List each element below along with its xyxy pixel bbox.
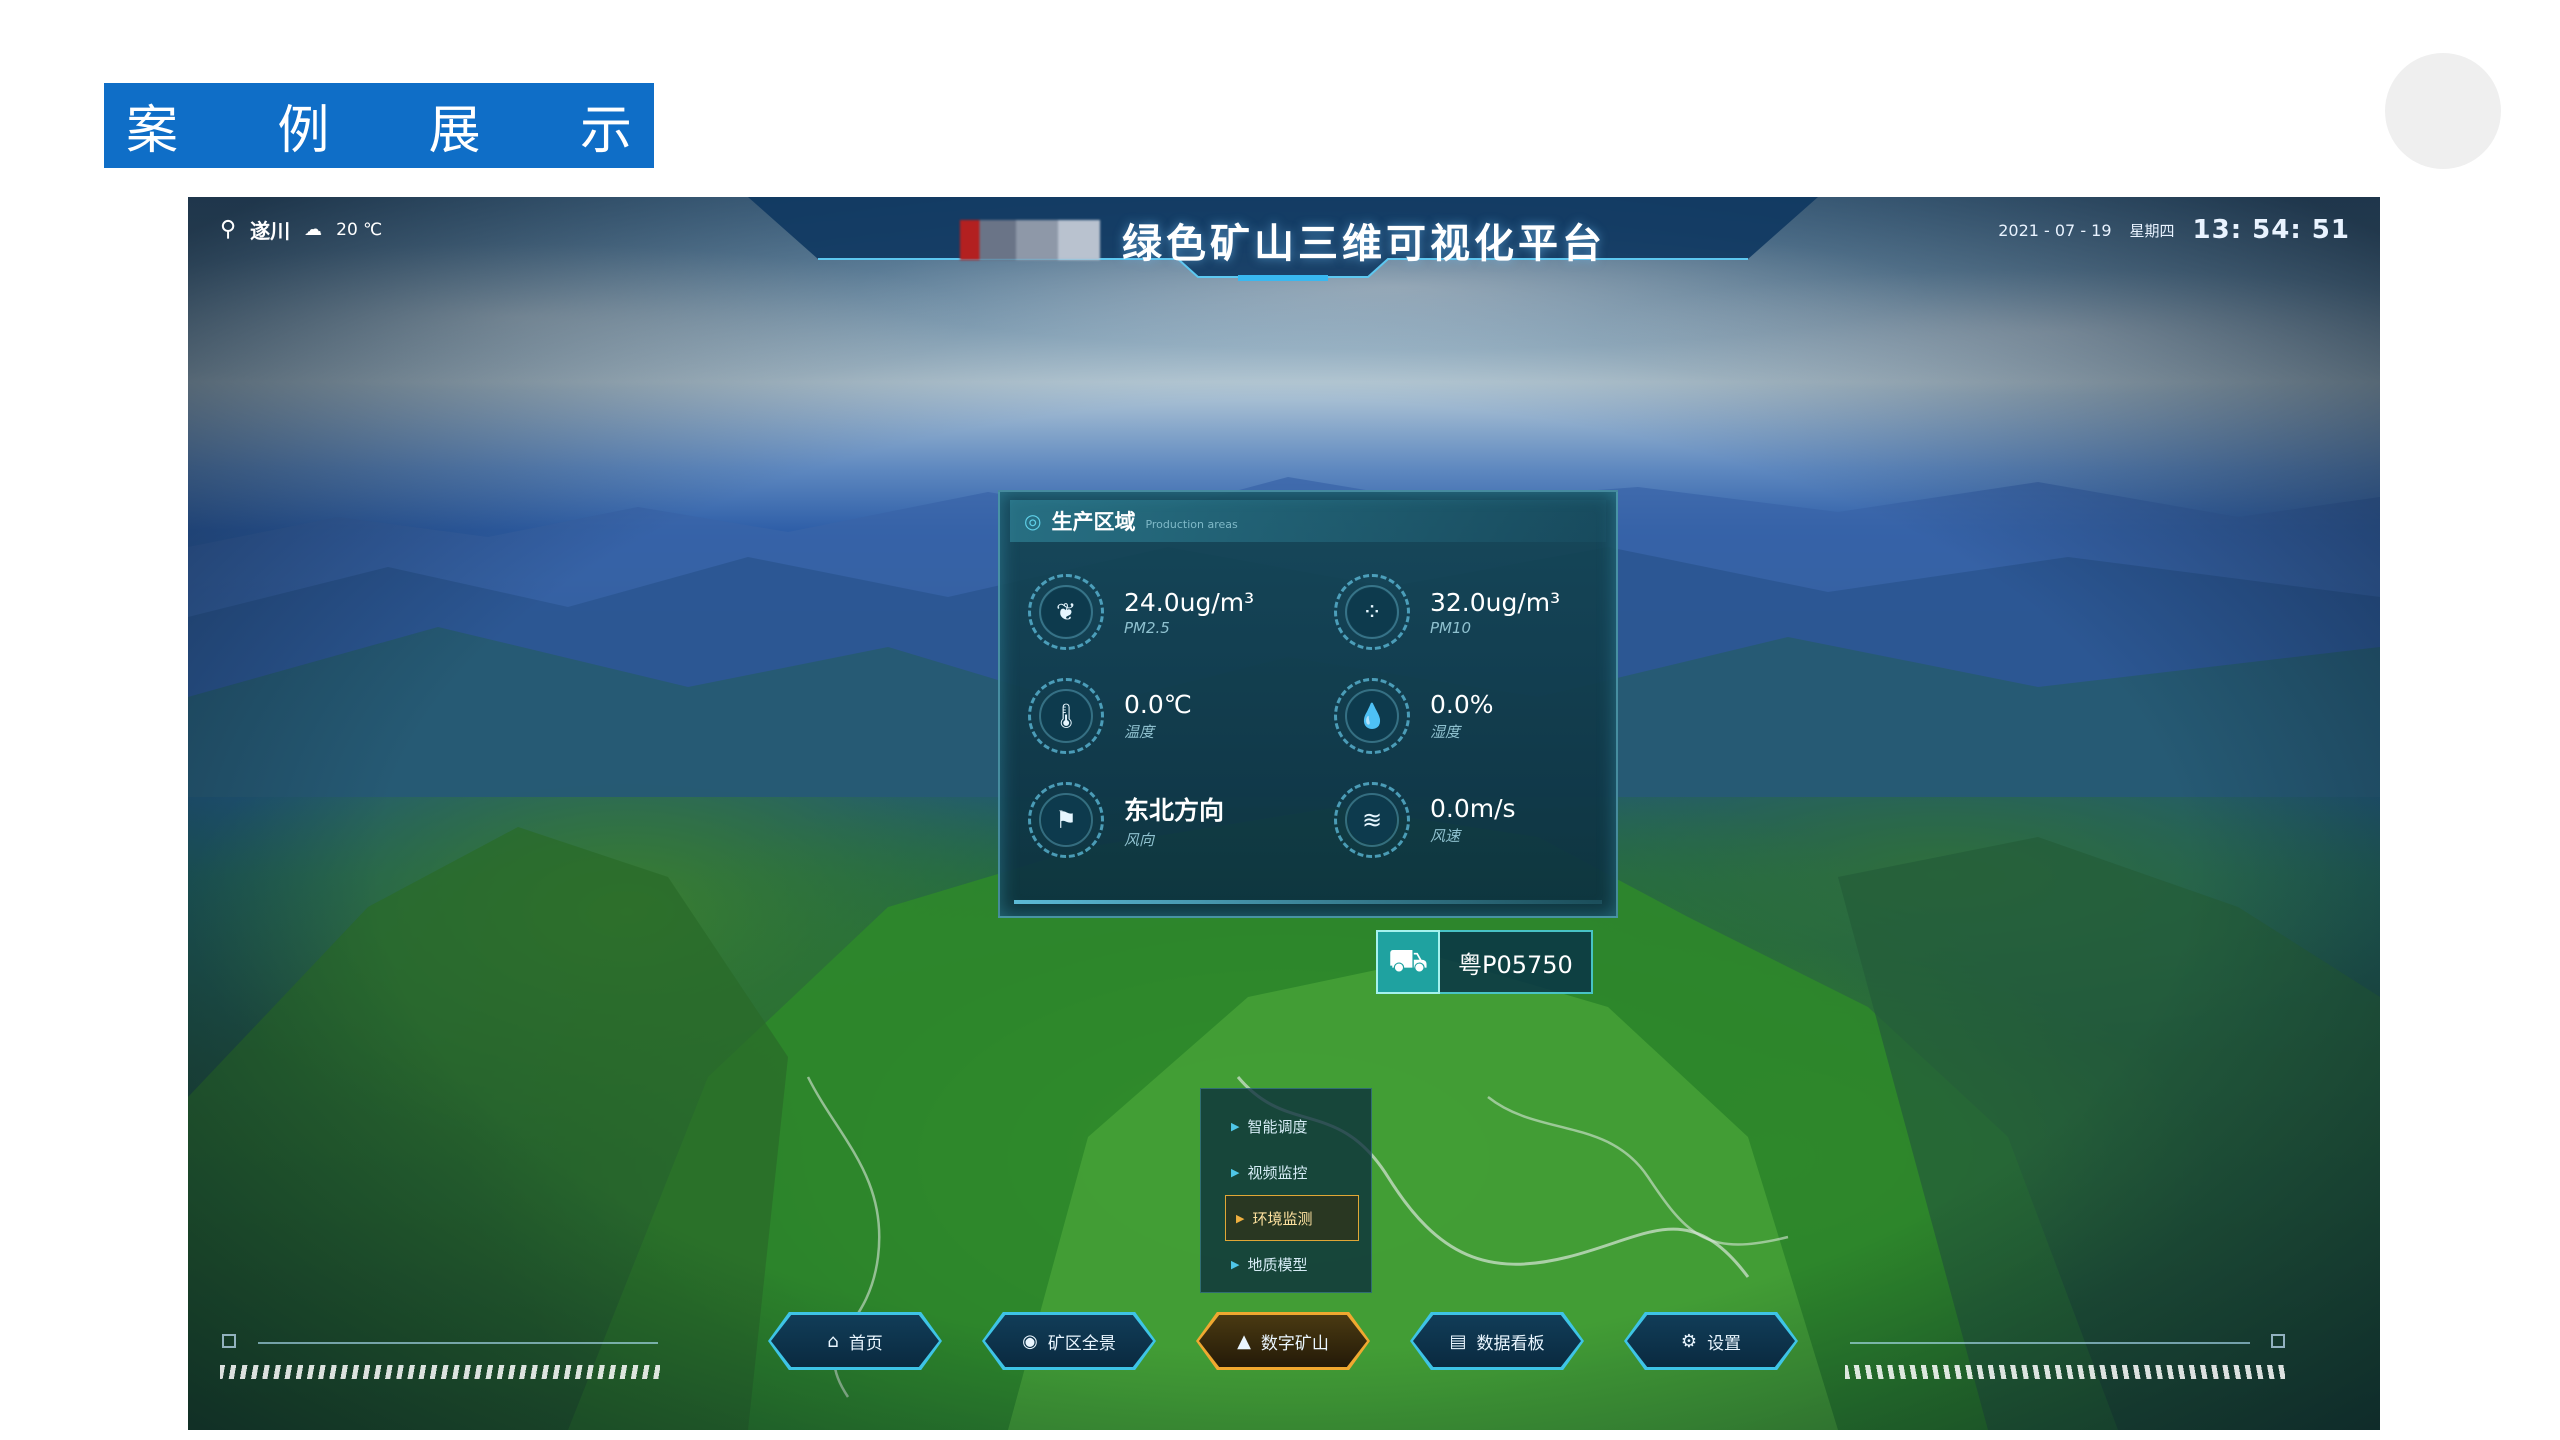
- metric-value: 32.0ug/m³: [1430, 587, 1561, 617]
- vehicle-plate: 粤P05750: [1440, 930, 1593, 994]
- weekday-text: 星期四: [2129, 221, 2175, 240]
- nav-label: 设置: [1707, 1333, 1742, 1354]
- divider-line: [258, 1342, 658, 1344]
- metric-wind-speed: ≋ 0.0m/s 风速: [1334, 780, 1624, 860]
- metric-value: 0.0m/s: [1430, 794, 1516, 823]
- metric-value: 0.0%: [1430, 690, 1494, 719]
- corner-square: [2271, 1334, 2285, 1348]
- nav-label: 数据看板: [1476, 1333, 1545, 1354]
- nav-dashboard-button[interactable]: ▤ 数据看板: [1410, 1312, 1584, 1370]
- cloud-icon: ☁: [304, 219, 323, 240]
- submenu-item-video[interactable]: ▶ 视频监控: [1201, 1149, 1371, 1195]
- metric-label: 湿度: [1430, 723, 1461, 741]
- digital-mine-submenu: ▶ 智能调度 ▶ 视频监控 ▶ 环境监测 ▶ 地质模型: [1200, 1088, 1372, 1293]
- gauge-ring: 🌡: [1028, 678, 1104, 754]
- banner-char: 展: [428, 101, 481, 161]
- gauge-ring: ❦: [1028, 574, 1104, 650]
- bottom-navigation: ⌂ 首页 ◉ 矿区全景 ▲ 数字矿山 ▤ 数据看板 ⚙ 设置: [768, 1312, 1798, 1370]
- clock-text: 13: 54: 51: [2192, 215, 2350, 245]
- datetime: 2021 - 07 - 19 星期四 13: 54: 51: [1998, 215, 2350, 245]
- banner-char: 例: [277, 101, 330, 161]
- stripe-decoration: [220, 1365, 660, 1379]
- metric-label: 风向: [1124, 830, 1155, 849]
- metric-value: 24.0ug/m³: [1124, 587, 1255, 617]
- metric-humidity: 💧 0.0% 湿度: [1334, 676, 1624, 756]
- gear-icon: ⚙: [1680, 1330, 1698, 1352]
- wind-icon: ≋: [1361, 806, 1383, 834]
- play-arrow-icon: ▶: [1231, 1257, 1240, 1271]
- nav-digital-mine-button[interactable]: ▲ 数字矿山: [1196, 1312, 1370, 1370]
- nav-panorama-button[interactable]: ◉ 矿区全景: [982, 1312, 1156, 1370]
- metric-wind-direction: ⚑ 东北方向 风向: [1028, 780, 1318, 860]
- slide-section-banner: 案 例 展 示: [104, 83, 654, 168]
- stripe-decoration: [1845, 1365, 2285, 1379]
- gauge-ring: ≋: [1334, 782, 1410, 858]
- panel-footer-line: [1014, 900, 1602, 904]
- location-weather: ⚲ 遂川 ☁ 20 ℃: [220, 215, 382, 244]
- gauge-ring: 💧: [1334, 678, 1410, 754]
- submenu-item-dispatch[interactable]: ▶ 智能调度: [1201, 1103, 1371, 1149]
- thermometer-icon: 🌡: [1050, 702, 1082, 730]
- metric-pm25: ❦ 24.0ug/m³ PM2.5: [1028, 572, 1318, 652]
- gauge-ring: ⚑: [1028, 782, 1104, 858]
- wind-vane-icon: ⚑: [1055, 806, 1077, 834]
- banner-char: 示: [579, 101, 632, 161]
- app-title: 绿色矿山三维可视化平台: [1122, 221, 1606, 267]
- submenu-label: 智能调度: [1247, 1117, 1308, 1136]
- leaf-icon: ❦: [1055, 598, 1077, 626]
- location-name: 遂川: [250, 219, 291, 243]
- metric-temperature: 🌡 0.0℃ 温度: [1028, 676, 1318, 756]
- submenu-label: 地质模型: [1247, 1255, 1308, 1274]
- production-area-panel: ◎ 生产区域 Production areas ❦ 24.0ug/m³ PM2.…: [998, 490, 1618, 918]
- target-icon: ◎: [1024, 509, 1042, 533]
- metric-label: 风速: [1430, 827, 1461, 845]
- corner-square: [222, 1334, 236, 1348]
- nav-label: 数字矿山: [1260, 1333, 1329, 1354]
- location-pin-icon: ⚲: [220, 217, 237, 242]
- date-text: 2021 - 07 - 19: [1998, 220, 2112, 240]
- panorama-icon: ◉: [1022, 1330, 1038, 1352]
- nav-settings-button[interactable]: ⚙ 设置: [1624, 1312, 1798, 1370]
- metric-label: PM2.5: [1124, 618, 1170, 637]
- play-arrow-icon: ▶: [1231, 1165, 1240, 1179]
- gauge-ring: ⁘: [1334, 574, 1410, 650]
- banner-char: 案: [126, 101, 179, 161]
- panel-subtitle: Production areas: [1145, 517, 1238, 531]
- metric-value: 0.0℃: [1124, 690, 1192, 719]
- metric-label: PM10: [1430, 618, 1472, 637]
- submenu-label: 环境监测: [1252, 1209, 1313, 1228]
- title-area: 绿色矿山三维可视化平台: [748, 211, 1818, 269]
- nav-label: 矿区全景: [1047, 1333, 1116, 1354]
- dashboard-icon: ▤: [1449, 1330, 1467, 1352]
- panel-title: 生产区域: [1051, 510, 1136, 534]
- company-logo-redacted: [960, 220, 1100, 260]
- app-screenshot: ⚲ 遂川 ☁ 20 ℃ 绿色矿山三维可视化平台 2021 - 07 - 19 星…: [188, 197, 2380, 1430]
- metric-pm10: ⁘ 32.0ug/m³ PM10: [1334, 572, 1624, 652]
- particles-icon: ⁘: [1361, 598, 1383, 626]
- weather-temperature: 20 ℃: [336, 219, 383, 240]
- vehicle-marker[interactable]: ⛟ 粤P05750: [1376, 930, 1593, 994]
- metric-label: 温度: [1124, 723, 1155, 741]
- play-arrow-icon: ▶: [1236, 1211, 1245, 1225]
- nav-home-button[interactable]: ⌂ 首页: [768, 1312, 942, 1370]
- nav-label: 首页: [848, 1333, 883, 1354]
- play-arrow-icon: ▶: [1231, 1119, 1240, 1133]
- home-icon: ⌂: [827, 1330, 839, 1352]
- dump-truck-icon: ⛟: [1376, 930, 1440, 994]
- metric-value: 东北方向: [1124, 795, 1225, 825]
- corner-decoration: [2385, 53, 2501, 169]
- mountain-icon: ▲: [1237, 1330, 1251, 1352]
- submenu-item-geology[interactable]: ▶ 地质模型: [1201, 1241, 1371, 1287]
- water-drop-icon: 💧: [1357, 702, 1387, 730]
- submenu-label: 视频监控: [1247, 1163, 1308, 1182]
- divider-line: [1850, 1342, 2250, 1344]
- submenu-item-environment[interactable]: ▶ 环境监测: [1225, 1195, 1359, 1241]
- panel-header: ◎ 生产区域 Production areas: [1010, 500, 1606, 542]
